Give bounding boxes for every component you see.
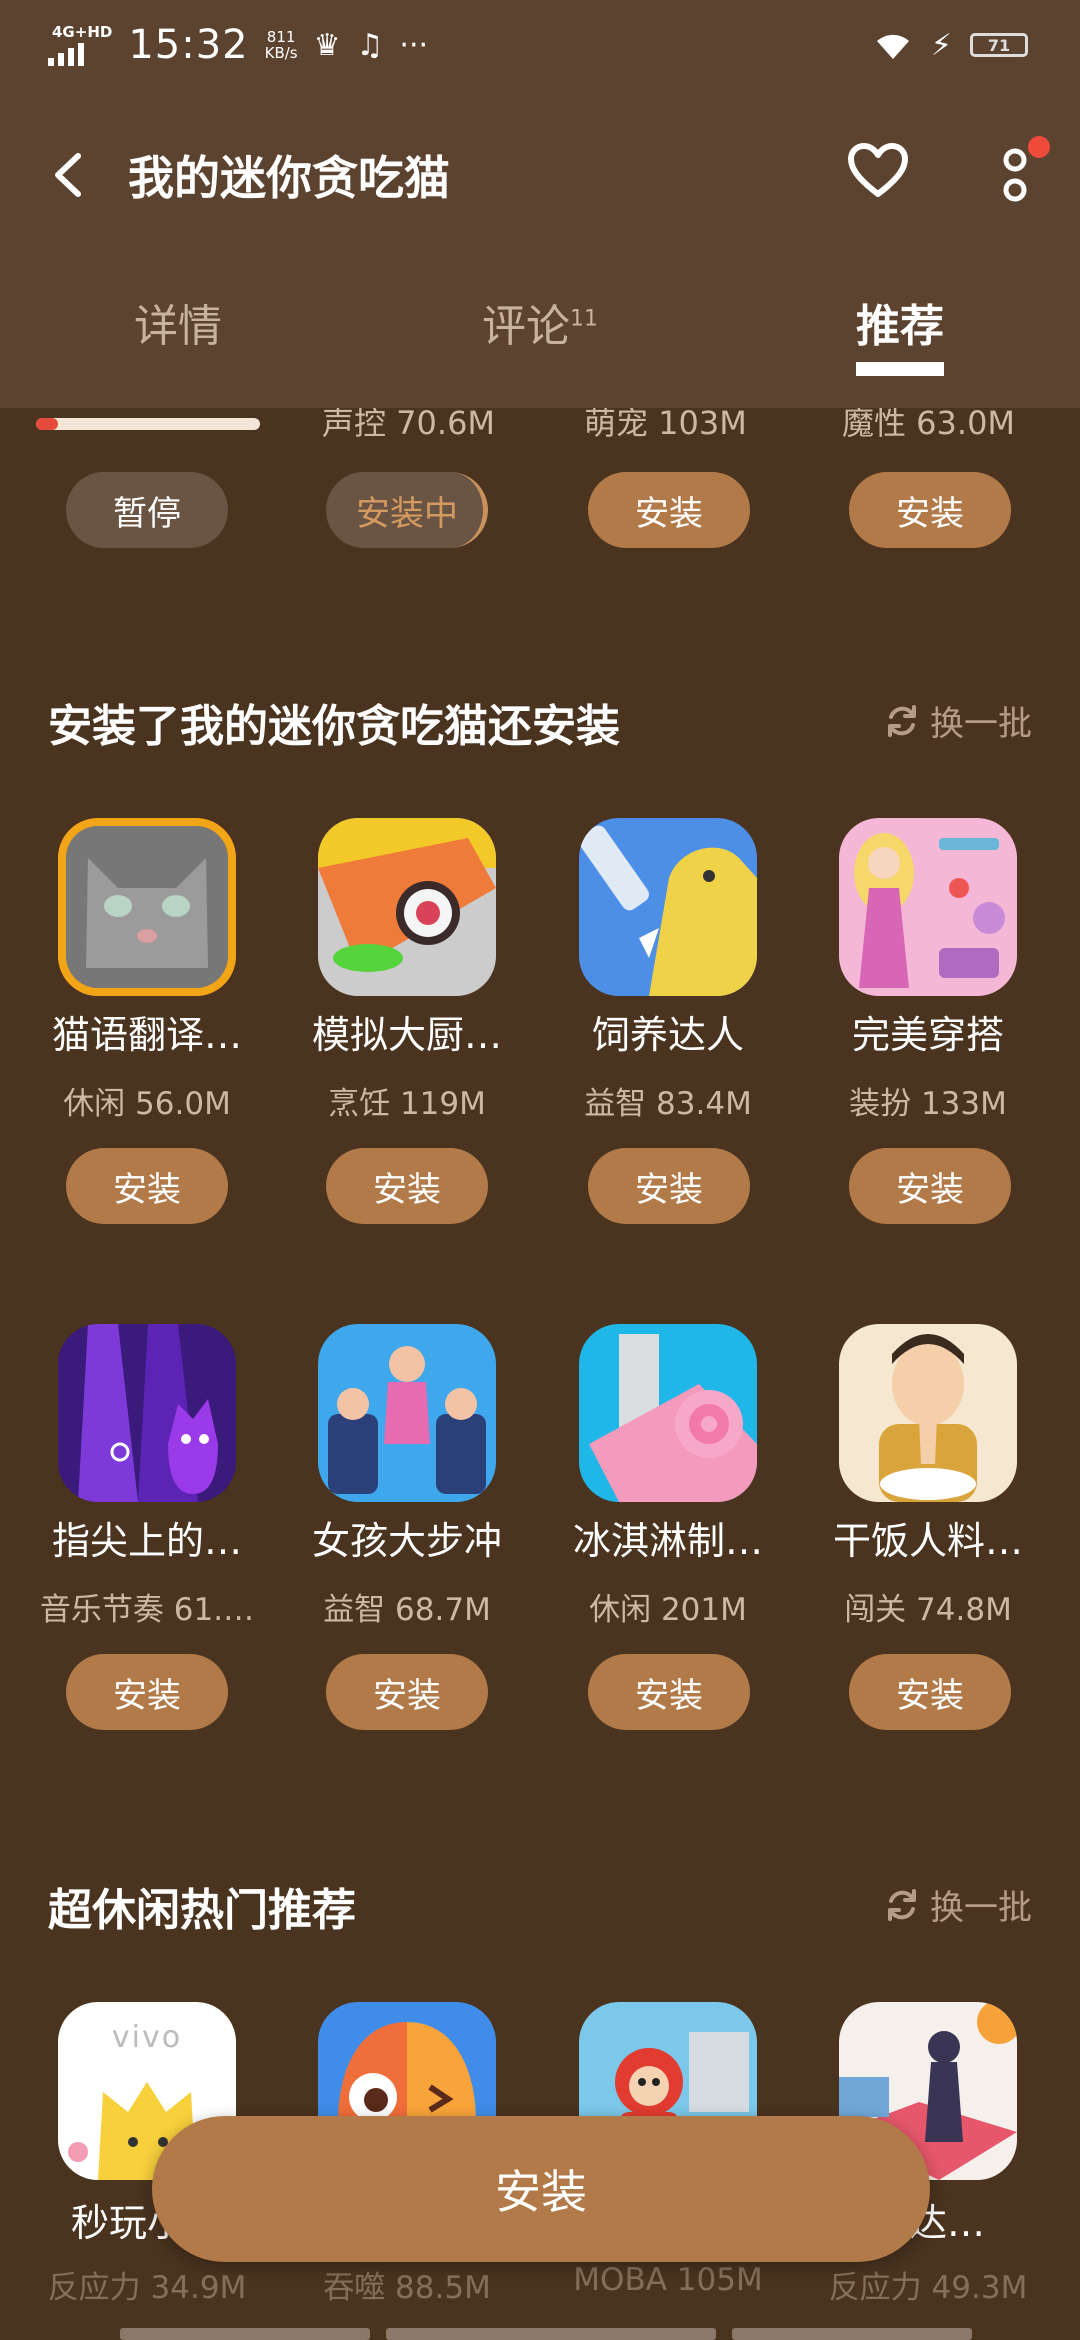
section-title: 超休闲热门推荐 bbox=[48, 1885, 356, 1936]
comment-count: 11 bbox=[570, 306, 598, 332]
wifi-icon bbox=[876, 34, 909, 59]
tab-label: 详情 bbox=[134, 301, 222, 352]
title-bar: 我的迷你贪吃猫 bbox=[0, 120, 1080, 230]
crown-icon: ♛ bbox=[313, 27, 341, 63]
app-meta: 休闲 201M bbox=[589, 1592, 747, 1628]
app-name: 模拟大厨… bbox=[311, 1013, 502, 1057]
download-progress-bar bbox=[36, 418, 260, 430]
music-icon: ♫ bbox=[356, 27, 384, 63]
installing-button[interactable]: 安装中 bbox=[326, 472, 488, 548]
active-tab-indicator bbox=[856, 362, 944, 376]
more-options-button[interactable] bbox=[980, 130, 1050, 220]
tab-label: 推荐 bbox=[856, 301, 944, 352]
app-meta: 益智 68.7M bbox=[323, 1592, 491, 1628]
tab-details[interactable]: 详情 bbox=[134, 290, 222, 354]
tab-comments[interactable]: 评论11 bbox=[482, 290, 598, 354]
app-meta: 反应力 34.9M bbox=[47, 2270, 247, 2306]
back-arrow-icon bbox=[55, 153, 81, 197]
battery-level: 71 bbox=[987, 35, 1011, 55]
system-nav-bar bbox=[0, 2328, 1080, 2340]
signal-icon bbox=[48, 40, 84, 66]
back-button[interactable] bbox=[28, 135, 108, 215]
app-icon-feeding[interactable] bbox=[579, 818, 757, 996]
app-meta: 闯关 74.8M bbox=[844, 1592, 1012, 1628]
charging-icon: ⚡ bbox=[930, 27, 952, 63]
app-name: 饲养达人 bbox=[591, 1013, 744, 1057]
girl-crowd-icon bbox=[318, 1324, 496, 1502]
install-button[interactable]: 安装 bbox=[588, 1654, 750, 1730]
network-type: 4G+HD bbox=[52, 23, 113, 41]
install-button[interactable]: 安装 bbox=[326, 1654, 488, 1730]
app-name: 完美穿搭 bbox=[851, 1013, 1004, 1057]
app-name: 女孩大步冲 bbox=[311, 1519, 502, 1563]
more-vertical-icon bbox=[1003, 148, 1027, 202]
cat-photo-icon bbox=[58, 818, 236, 996]
battery-icon: 71 bbox=[970, 33, 1028, 57]
app-header: 4G+HD 15:32 811 KB/s ♛ ♫ ··· ⚡ 71 我的迷你贪吃… bbox=[0, 0, 1080, 408]
bird-bottle-icon bbox=[579, 818, 757, 996]
app-name: 猫语翻译… bbox=[51, 1013, 242, 1057]
app-meta: MOBA 105M bbox=[573, 2262, 763, 2298]
app-meta: 反应力 49.3M bbox=[828, 2270, 1028, 2306]
app-name: 干饭人料… bbox=[832, 1519, 1023, 1563]
tab-bar: 详情 评论11 推荐 bbox=[0, 290, 1080, 380]
refresh-label: 换一批 bbox=[930, 704, 1032, 744]
app-icon-piano-tiles[interactable] bbox=[58, 1324, 236, 1502]
app-icon-chef-sim[interactable] bbox=[318, 818, 496, 996]
main-install-button[interactable]: 安装 bbox=[152, 2116, 930, 2262]
install-button[interactable]: 安装 bbox=[66, 1148, 228, 1224]
mermaid-icon bbox=[839, 818, 1017, 996]
speed-unit: KB/s bbox=[264, 44, 298, 62]
section-title: 安装了我的迷你贪吃猫还安装 bbox=[48, 701, 620, 752]
more-notifications-icon: ··· bbox=[399, 27, 429, 63]
favorite-button[interactable] bbox=[838, 130, 918, 210]
refresh-label: 换一批 bbox=[930, 1888, 1032, 1928]
sushi-roll-icon bbox=[318, 818, 496, 996]
music-tiles-icon bbox=[58, 1324, 236, 1502]
tab-recommend[interactable]: 推荐 bbox=[856, 290, 944, 354]
app-meta: 休闲 56.0M bbox=[63, 1086, 231, 1122]
pause-button[interactable]: 暂停 bbox=[66, 472, 228, 548]
refresh-icon bbox=[888, 704, 916, 737]
status-time: 15:32 bbox=[128, 22, 249, 68]
app-name: 冰淇淋制… bbox=[572, 1519, 763, 1563]
app-icon-dress-up[interactable] bbox=[839, 818, 1017, 996]
speed-value: 811 bbox=[266, 28, 296, 46]
app-meta: 装扮 133M bbox=[849, 1086, 1007, 1122]
app-name: 指尖上的… bbox=[51, 1519, 242, 1563]
install-button[interactable]: 安装 bbox=[588, 1148, 750, 1224]
download-progress-fill bbox=[36, 418, 59, 430]
page-title: 我的迷你贪吃猫 bbox=[128, 151, 450, 205]
install-button[interactable]: 安装 bbox=[326, 1148, 488, 1224]
refresh-button[interactable]: 换一批 bbox=[884, 696, 1032, 745]
app-icon-cat-translator[interactable] bbox=[58, 818, 236, 996]
install-button[interactable]: 安装 bbox=[849, 1148, 1011, 1224]
app-icon-foodie[interactable] bbox=[839, 1324, 1017, 1502]
install-button[interactable]: 安装 bbox=[66, 1654, 228, 1730]
praying-man-icon bbox=[839, 1324, 1017, 1502]
install-button[interactable]: 安装 bbox=[849, 472, 1011, 548]
tab-label: 评论 bbox=[482, 301, 570, 352]
ice-cream-roll-icon bbox=[579, 1324, 757, 1502]
install-button[interactable]: 安装 bbox=[588, 472, 750, 548]
refresh-icon bbox=[888, 1888, 916, 1921]
install-progress-ring bbox=[326, 472, 488, 548]
status-bar: 4G+HD 15:32 811 KB/s ♛ ♫ ··· ⚡ 71 bbox=[0, 0, 1080, 90]
app-meta: 益智 83.4M bbox=[584, 1086, 752, 1122]
network-speed: 811 KB/s bbox=[265, 29, 298, 61]
notification-dot bbox=[1028, 136, 1050, 158]
app-meta: 烹饪 119M bbox=[328, 1086, 486, 1122]
app-meta: 吞噬 88.5M bbox=[323, 2270, 491, 2306]
heart-icon bbox=[848, 143, 908, 197]
app-meta: 音乐节奏 61.… bbox=[39, 1592, 255, 1628]
app-icon-ice-cream[interactable] bbox=[579, 1324, 757, 1502]
app-icon-girl-runner[interactable] bbox=[318, 1324, 496, 1502]
install-button[interactable]: 安装 bbox=[849, 1654, 1011, 1730]
refresh-button[interactable]: 换一批 bbox=[884, 1880, 1032, 1929]
